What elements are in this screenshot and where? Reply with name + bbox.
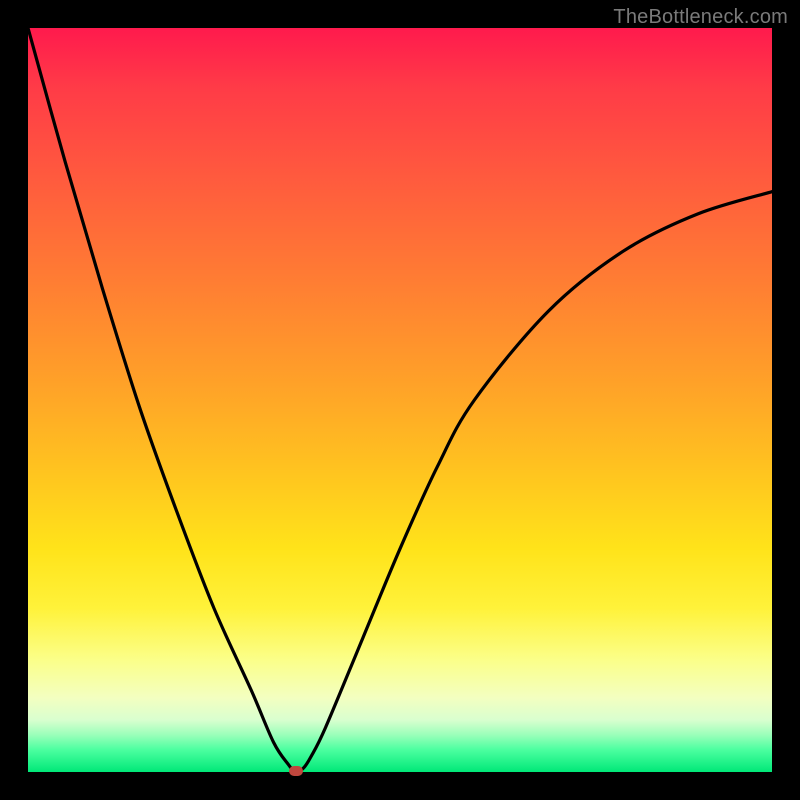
bottleneck-curve — [28, 28, 772, 772]
minimum-marker-icon — [289, 766, 303, 776]
chart-frame: TheBottleneck.com — [0, 0, 800, 800]
chart-plot-area — [28, 28, 772, 772]
watermark-text: TheBottleneck.com — [613, 6, 788, 29]
